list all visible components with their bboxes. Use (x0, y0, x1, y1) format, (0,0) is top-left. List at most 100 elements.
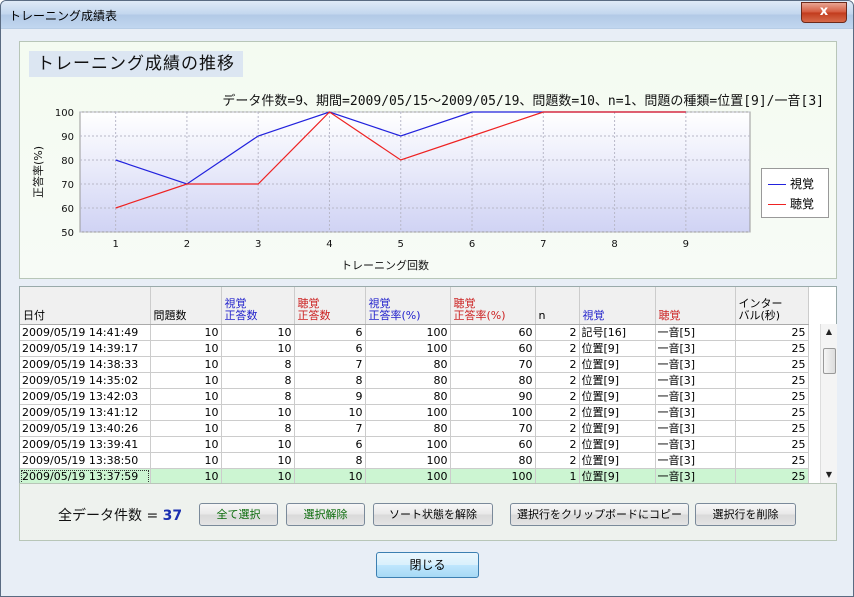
column-header-line2: 視覚 (582, 309, 605, 322)
table-cell: 10 (221, 436, 295, 453)
table-cell: 25 (735, 324, 809, 341)
grid-scrollbar[interactable]: ▲ ▼ (820, 324, 837, 483)
table-cell: 9 (294, 388, 366, 405)
table-row[interactable]: 2009/05/19 14:41:49 10 10 6 100 60 2 記号[16] 一音[5… (20, 324, 809, 341)
total-count-label: 全データ件数 = (58, 508, 163, 524)
column-header[interactable]: 日付 (20, 287, 151, 325)
delete-selected-button[interactable]: 選択行を削除 (695, 503, 796, 526)
column-header[interactable]: インター バル(秒) (735, 287, 809, 325)
column-header[interactable]: 問題数 (150, 287, 222, 325)
y-tick-label: 60 (61, 204, 74, 215)
table-cell: 70 (450, 420, 536, 437)
table-cell: 一音[3] (655, 404, 736, 421)
table-cell: 一音[3] (655, 340, 736, 357)
table-cell: 100 (365, 324, 451, 341)
column-header[interactable]: 視覚 正答率(%) (365, 287, 451, 325)
table-cell: 100 (365, 340, 451, 357)
table-cell: 2 (535, 340, 580, 357)
select-all-button[interactable]: 全て選択 (199, 503, 278, 526)
app-window: トレーニング成績表 x トレーニング成績の推移 データ件数=9、期間=2009/… (0, 0, 854, 597)
table-cell: 6 (294, 436, 366, 453)
column-header-line2: 正答数 (297, 309, 331, 322)
table-cell: 一音[3] (655, 388, 736, 405)
table-row[interactable]: 2009/05/19 13:41:12 10 10 10 100 100 2 位置[9] 一音[… (20, 404, 809, 421)
column-header[interactable]: 視覚 正答数 (221, 287, 295, 325)
column-header[interactable]: n (535, 287, 580, 325)
total-count: 全データ件数 = 37 (58, 505, 182, 525)
table-cell: 8 (221, 372, 295, 389)
legend-swatch-visual (768, 184, 786, 185)
table-cell: 80 (365, 372, 451, 389)
table-cell: 80 (365, 356, 451, 373)
table-cell: 記号[16] (579, 324, 656, 341)
clear-sort-button[interactable]: ソート状態を解除 (373, 503, 493, 526)
column-header[interactable]: 視覚 (579, 287, 656, 325)
table-cell: 位置[9] (579, 452, 656, 469)
x-tick-label: 5 (398, 239, 404, 250)
scroll-up-arrow-icon[interactable]: ▲ (821, 324, 837, 340)
scroll-thumb[interactable] (823, 348, 836, 374)
table-cell: 100 (450, 404, 536, 421)
column-header-line2: 聴覚 (658, 309, 681, 322)
table-cell: 位置[9] (579, 388, 656, 405)
title-bar[interactable]: トレーニング成績表 x (1, 1, 853, 28)
table-cell: 2009/05/19 14:38:33 (20, 356, 151, 373)
table-row[interactable]: 2009/05/19 14:38:33 10 8 7 80 70 2 位置[9] 一音[3] 25 (20, 356, 809, 373)
table-cell: 一音[3] (655, 436, 736, 453)
column-header-line2: 問題数 (153, 309, 187, 322)
footer-panel: 全データ件数 = 37 全て選択 選択解除 ソート状態を解除 選択行をクリップボ… (19, 483, 837, 541)
y-axis-label: 正答率(%) (31, 146, 45, 198)
column-header[interactable]: 聴覚 (655, 287, 736, 325)
table-row[interactable]: 2009/05/19 13:39:41 10 10 6 100 60 2 位置[9] 一音[3]… (20, 436, 809, 453)
y-tick-label: 80 (61, 156, 74, 167)
table-cell: 7 (294, 420, 366, 437)
table-cell: 10 (150, 420, 222, 437)
column-header-line2: 日付 (23, 309, 45, 322)
column-header[interactable]: 聴覚 正答率(%) (450, 287, 536, 325)
table-cell: 6 (294, 324, 366, 341)
table-cell: 2 (535, 356, 580, 373)
table-cell: 10 (221, 324, 295, 341)
x-tick-label: 9 (683, 239, 689, 250)
table-cell: 一音[3] (655, 420, 736, 437)
x-tick-label: 2 (184, 239, 190, 250)
column-header-line2: n (538, 309, 546, 322)
table-cell: 7 (294, 356, 366, 373)
table-cell: 2 (535, 324, 580, 341)
table-cell: 25 (735, 388, 809, 405)
window-close-button[interactable]: x (801, 2, 847, 23)
table-cell: 一音[5] (655, 324, 736, 341)
deselect-button[interactable]: 選択解除 (286, 503, 365, 526)
table-cell: 10 (294, 404, 366, 421)
table-row[interactable]: 2009/05/19 14:35:02 10 8 8 80 80 2 位置[9] 一音[3] 25 (20, 372, 809, 389)
scroll-down-arrow-icon[interactable]: ▼ (821, 467, 837, 483)
column-header-line2: 正答率(%) (368, 309, 421, 322)
table-row[interactable]: 2009/05/19 13:38:50 10 10 8 100 80 2 位置[9] 一音[3]… (20, 452, 809, 469)
table-cell: 2 (535, 436, 580, 453)
table-cell: 100 (365, 436, 451, 453)
table-row[interactable]: 2009/05/19 13:42:03 10 8 9 80 90 2 位置[9] 一音[3] 25 (20, 388, 809, 405)
table-cell: 10 (150, 340, 222, 357)
table-cell: 25 (735, 356, 809, 373)
column-header-line2: 正答率(%) (453, 309, 506, 322)
column-header-line2: 正答数 (224, 309, 258, 322)
table-cell: 8 (221, 356, 295, 373)
results-grid[interactable]: 日付 問題数 視覚 正答数 聴覚 正答数 視覚 正答率(%) 聴覚 正答率(%) n 視覚 聴覚 インター… (19, 286, 837, 485)
table-cell: 2009/05/19 14:41:49 (20, 324, 151, 341)
table-cell: 100 (365, 404, 451, 421)
table-row[interactable]: 2009/05/19 14:39:17 10 10 6 100 60 2 位置[9] 一音[3]… (20, 340, 809, 357)
table-cell: 25 (735, 404, 809, 421)
column-header-line2: バル(秒) (738, 309, 781, 322)
window-title: トレーニング成績表 (9, 9, 118, 23)
x-tick-label: 6 (469, 239, 475, 250)
table-row[interactable]: 2009/05/19 13:40:26 10 8 7 80 70 2 位置[9] 一音[3] 25 (20, 420, 809, 437)
legend-item-visual: 視覚 (768, 177, 814, 191)
y-tick-label: 90 (61, 132, 74, 143)
table-cell: 10 (150, 452, 222, 469)
copy-to-clipboard-button[interactable]: 選択行をクリップボードにコピー (510, 503, 689, 526)
close-button[interactable]: 閉じる (376, 552, 479, 578)
table-cell: 2 (535, 372, 580, 389)
column-header[interactable]: 聴覚 正答数 (294, 287, 366, 325)
legend-swatch-auditory (768, 204, 786, 205)
table-cell: 2 (535, 452, 580, 469)
